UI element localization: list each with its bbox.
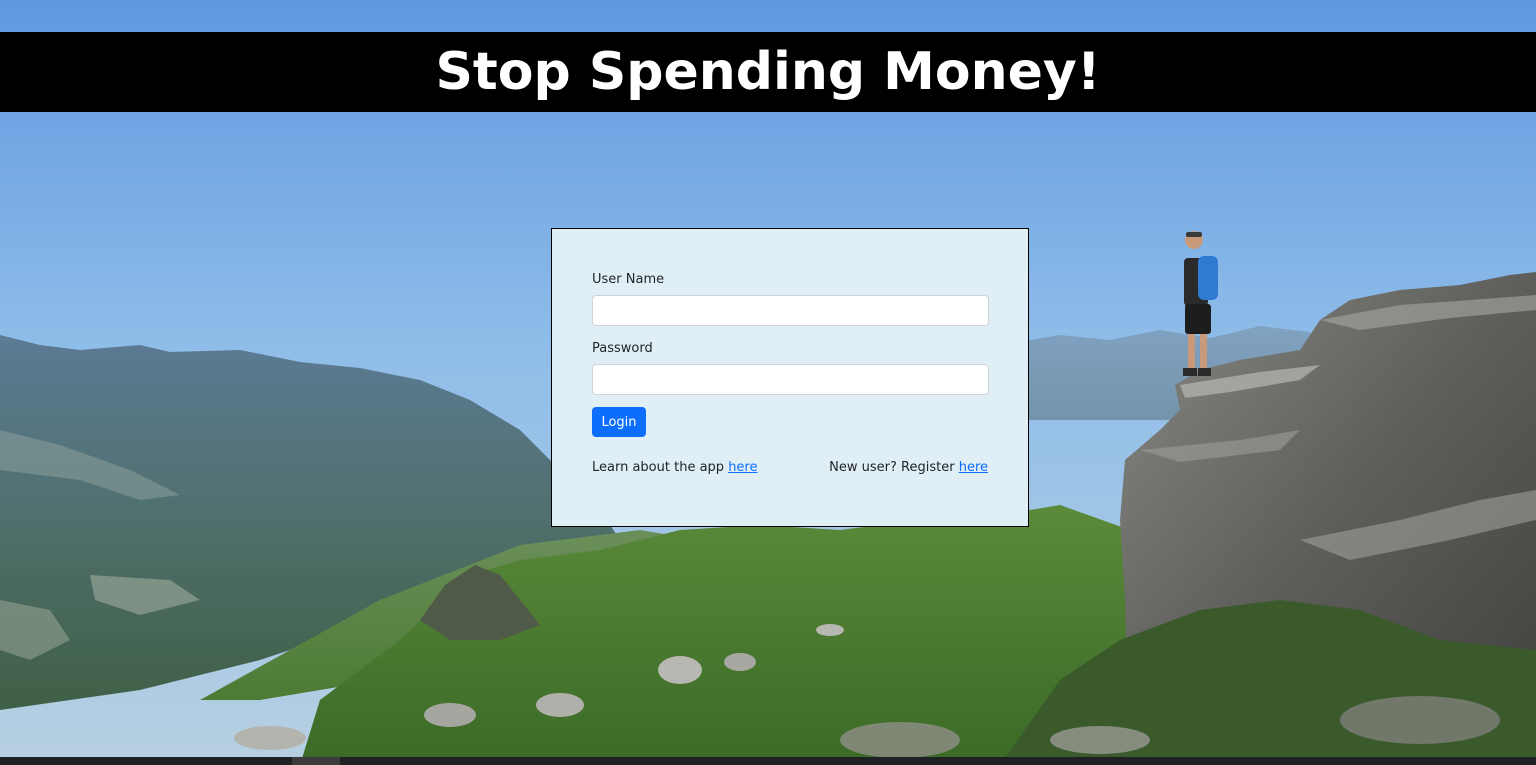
learn-about-app-link[interactable]: here [728, 460, 757, 475]
register-link[interactable]: here [959, 460, 988, 475]
learn-about-app-text: Learn about the app here [592, 460, 757, 475]
page: Stop Spending Money! User Name Password … [0, 0, 1536, 765]
register-text: New user? Register here [829, 460, 988, 475]
horizontal-scrollbar[interactable] [0, 757, 1536, 765]
learn-about-app-label: Learn about the app [592, 460, 729, 475]
scrollbar-thumb[interactable] [292, 757, 340, 765]
page-title: Stop Spending Money! [435, 42, 1101, 102]
username-label: User Name [592, 272, 665, 287]
username-input[interactable] [592, 295, 989, 326]
login-card: User Name Password Login Learn about the… [551, 228, 1029, 527]
header-banner: Stop Spending Money! [0, 32, 1536, 112]
password-input[interactable] [592, 364, 989, 395]
password-label: Password [592, 341, 653, 356]
register-label: New user? Register [829, 460, 959, 475]
login-button[interactable]: Login [592, 407, 646, 437]
